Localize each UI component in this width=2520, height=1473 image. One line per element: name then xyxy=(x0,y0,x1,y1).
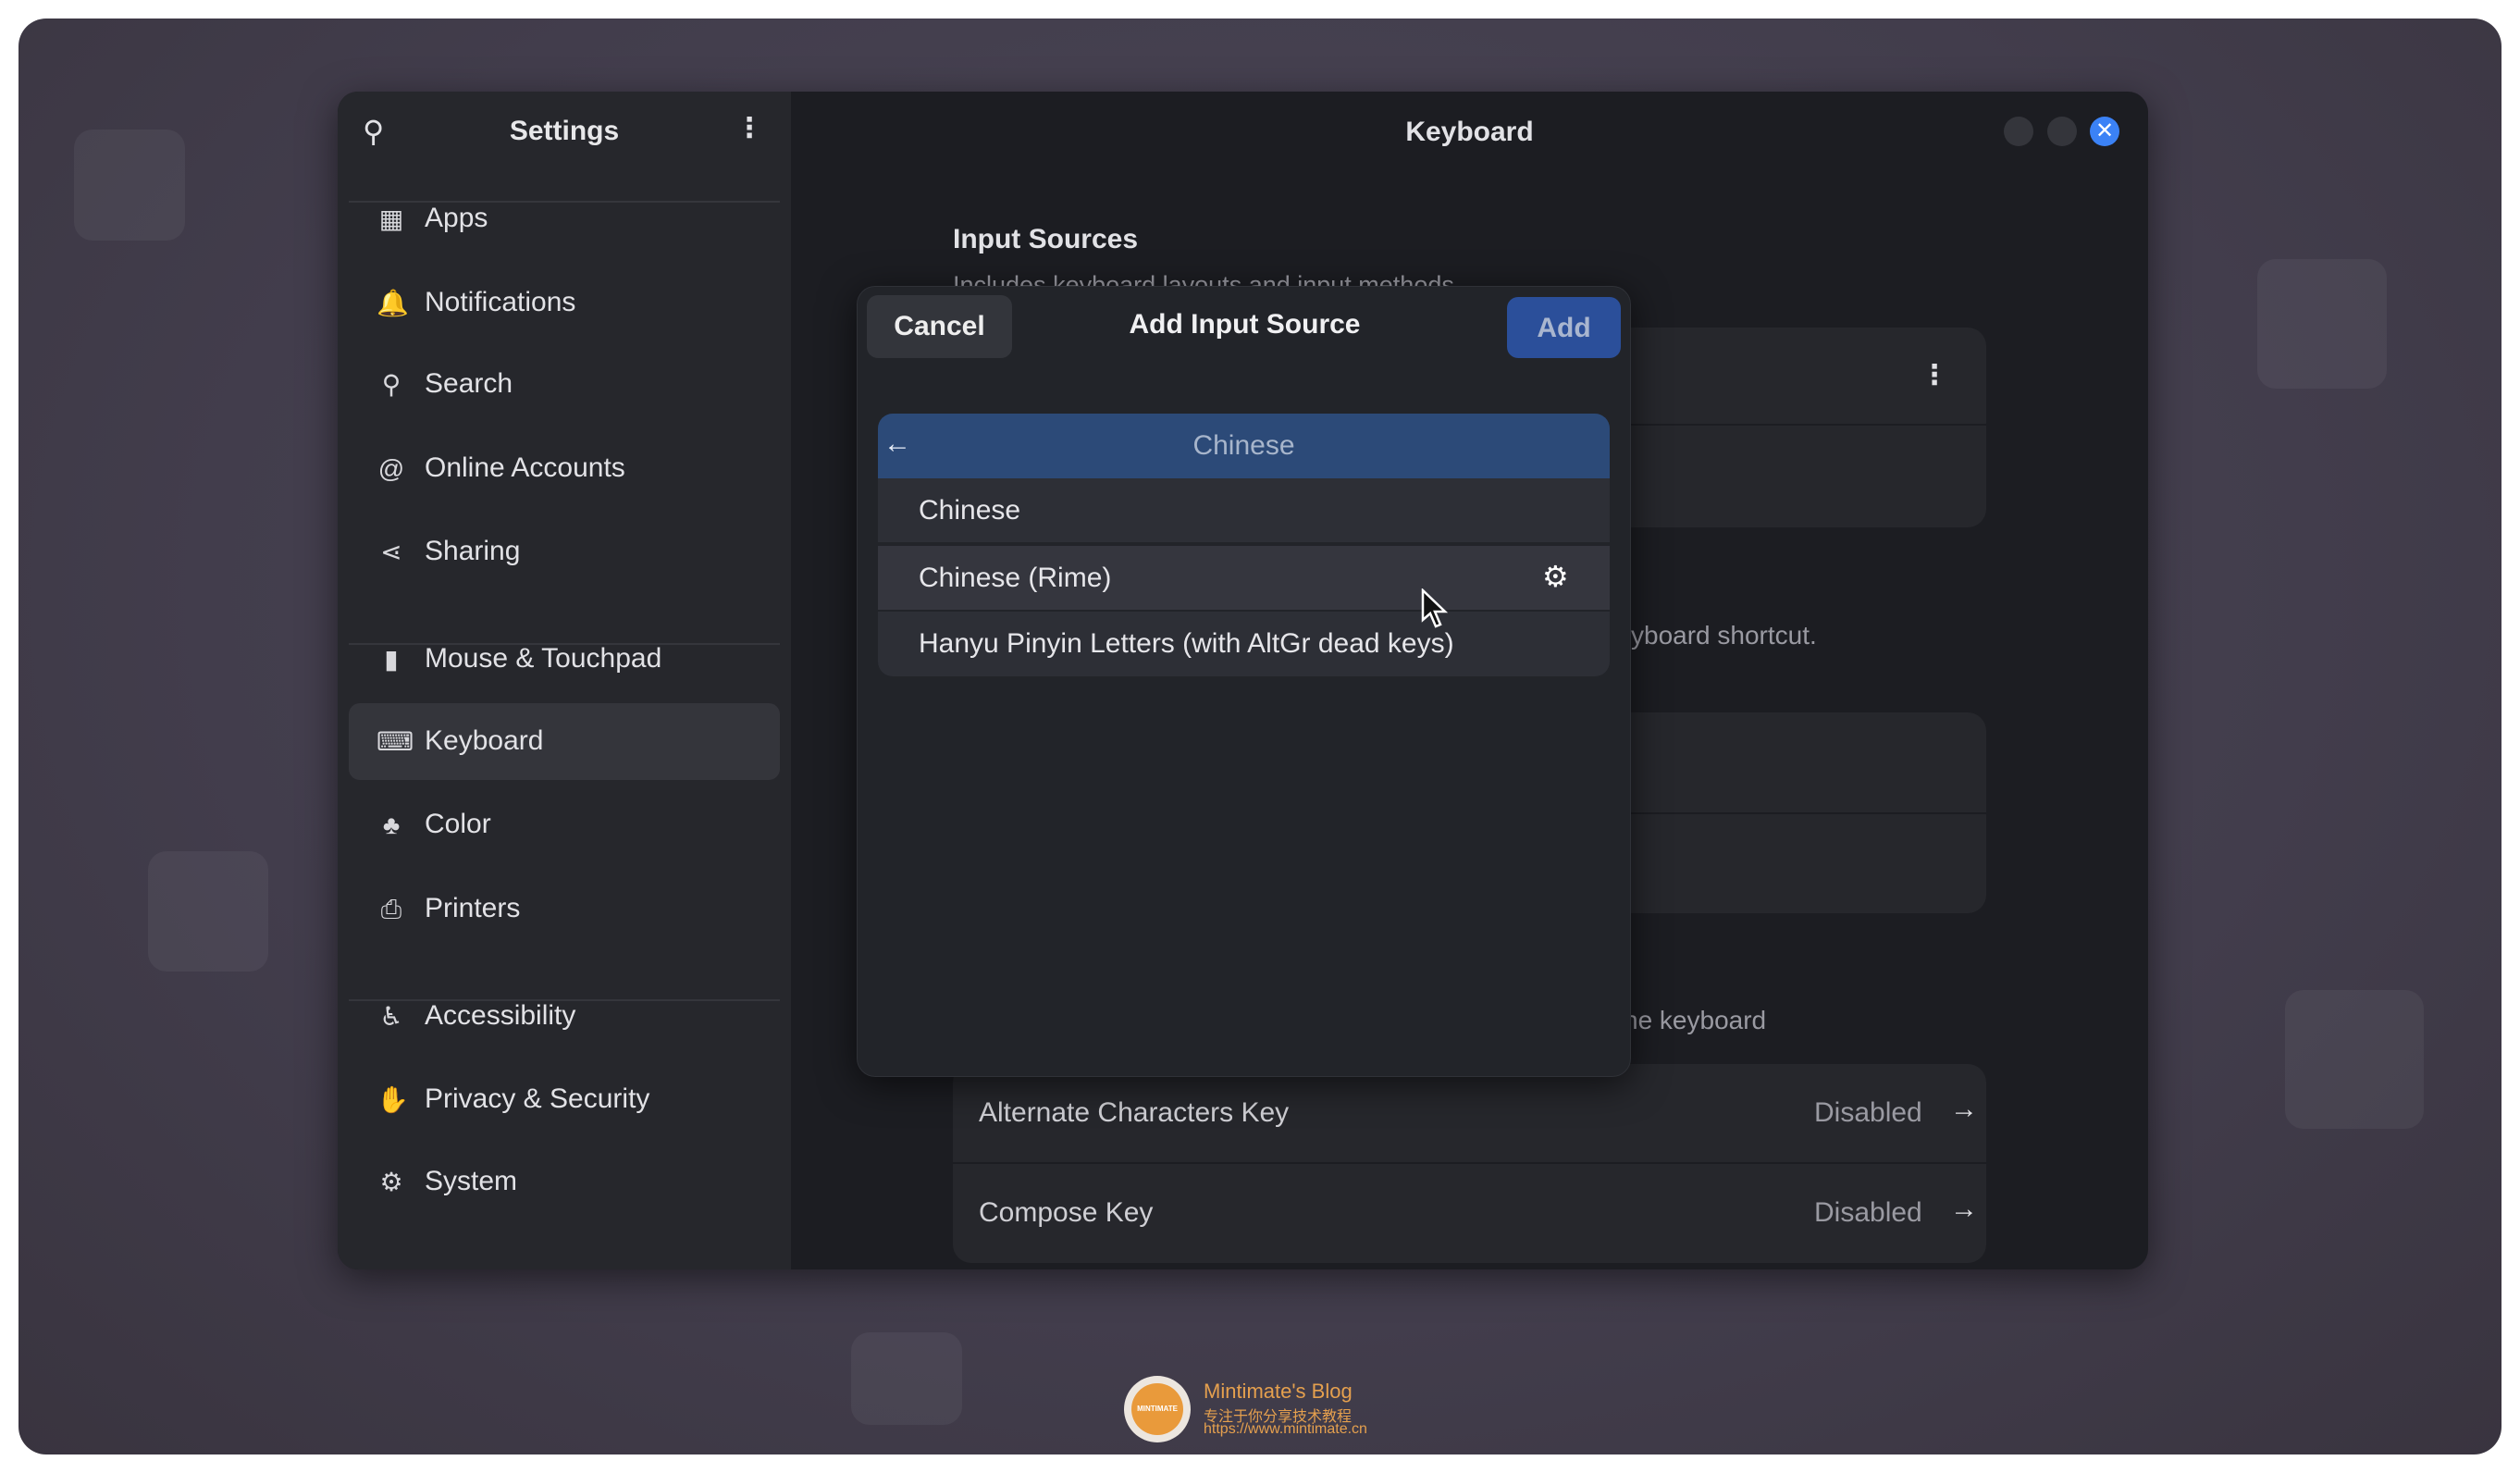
hand-icon: ✋ xyxy=(377,1085,409,1114)
sidebar-item-online-accounts[interactable]: @ Online Accounts xyxy=(349,430,780,507)
language-header-label: Chinese xyxy=(1192,430,1295,461)
add-input-source-dialog: Cancel Add Input Source Add ← Chinese Ch… xyxy=(857,286,1631,1077)
sidebar-item-privacy-security[interactable]: ✋ Privacy & Security xyxy=(349,1061,780,1138)
close-button[interactable]: ✕ xyxy=(2090,117,2119,146)
sidebar: ⚲ Settings ⋮ ▦ Apps 🔔 Notifications ⚲ Search @… xyxy=(338,92,791,1269)
sidebar-item-printers[interactable]: ⎙ Printers xyxy=(349,871,780,947)
list-item-label: Chinese xyxy=(919,495,1021,526)
special-keys-card: Alternate Characters Key Disabled → Comp… xyxy=(953,1064,1986,1263)
apps-icon: ▦ xyxy=(378,204,404,233)
more-options-icon[interactable]: ⋮ xyxy=(1921,359,1948,391)
row-value: Disabled xyxy=(1814,1097,1922,1128)
sidebar-item-label: Privacy & Security xyxy=(425,1083,650,1114)
bell-icon: 🔔 xyxy=(377,289,409,317)
mouse-icon: ▮ xyxy=(384,645,399,674)
sidebar-item-label: Notifications xyxy=(425,287,576,317)
sidebar-item-label: System xyxy=(425,1166,518,1196)
sidebar-item-label: Mouse & Touchpad xyxy=(425,643,662,674)
sidebar-item-label: Color xyxy=(425,809,491,839)
sidebar-title: Settings xyxy=(509,116,620,146)
divider xyxy=(349,643,780,645)
sidebar-item-mouse-touchpad[interactable]: ▮ Mouse & Touchpad xyxy=(349,621,780,698)
maximize-button[interactable] xyxy=(2047,117,2077,146)
minimize-button[interactable] xyxy=(2004,117,2033,146)
sidebar-item-color[interactable]: ♣ Color xyxy=(349,786,780,863)
special-character-description: he keyboard xyxy=(1624,1006,1767,1034)
settings-gear-icon[interactable]: ⚙ xyxy=(1542,559,1569,594)
list-item[interactable]: Hanyu Pinyin Letters (with AltGr dead ke… xyxy=(878,612,1610,676)
input-sources-heading: Input Sources xyxy=(953,224,1139,254)
row-value: Disabled xyxy=(1814,1197,1922,1228)
search-icon: ⚲ xyxy=(381,370,401,399)
row-label: Alternate Characters Key xyxy=(979,1097,1290,1128)
sidebar-item-notifications[interactable]: 🔔 Notifications xyxy=(349,265,780,341)
sidebar-item-label: Keyboard xyxy=(425,725,544,756)
sidebar-item-search[interactable]: ⚲ Search xyxy=(349,346,780,423)
sidebar-item-accessibility[interactable]: ♿ Accessibility xyxy=(349,978,780,1055)
sidebar-item-label: Accessibility xyxy=(425,1000,576,1031)
sidebar-item-label: Search xyxy=(425,368,513,399)
gear-icon: ⚙ xyxy=(379,1168,403,1196)
alternate-characters-row[interactable]: Alternate Characters Key Disabled → xyxy=(953,1064,1986,1162)
at-icon: @ xyxy=(377,454,405,483)
watermark-logo: MINTIMATE xyxy=(1124,1376,1191,1442)
watermark-name: Mintimate's Blog xyxy=(1204,1380,1353,1403)
arrow-right-icon: → xyxy=(1950,1194,1978,1224)
keyboard-icon: ⌨ xyxy=(377,727,414,756)
watermark-url: https://www.mintimate.cn xyxy=(1204,1421,1367,1437)
compose-key-row[interactable]: Compose Key Disabled → xyxy=(953,1164,1986,1263)
menu-icon[interactable]: ⋮ xyxy=(735,112,763,144)
sidebar-item-sharing[interactable]: ⋖ Sharing xyxy=(349,514,780,590)
sidebar-item-apps[interactable]: ▦ Apps xyxy=(349,180,780,257)
list-item-label: Chinese (Rime) xyxy=(919,563,1112,593)
share-icon: ⋖ xyxy=(380,538,402,566)
row-label: Compose Key xyxy=(979,1197,1154,1228)
color-icon: ♣ xyxy=(382,811,401,839)
sidebar-item-label: Printers xyxy=(425,893,521,923)
sidebar-item-label: Sharing xyxy=(425,536,521,566)
sidebar-item-system[interactable]: ⚙ System xyxy=(349,1144,780,1220)
mouse-cursor-icon xyxy=(1421,588,1449,628)
sidebar-header: ⚲ Settings ⋮ xyxy=(338,92,791,172)
page-title: Keyboard xyxy=(1405,117,1534,147)
printer-icon: ⎙ xyxy=(380,895,402,923)
sidebar-item-keyboard[interactable]: ⌨ Keyboard xyxy=(349,703,780,780)
list-item[interactable]: Chinese (Rime) ⚙ xyxy=(878,546,1610,612)
sidebar-item-label: Apps xyxy=(425,203,488,233)
switch-sources-description: yboard shortcut. xyxy=(1631,621,1817,650)
list-item-label: Hanyu Pinyin Letters (with AltGr dead ke… xyxy=(919,628,1454,659)
sidebar-item-label: Online Accounts xyxy=(425,452,625,483)
divider xyxy=(349,999,780,1001)
accessibility-icon: ♿ xyxy=(379,1002,403,1031)
add-button[interactable]: Add xyxy=(1507,297,1621,358)
language-header[interactable]: ← Chinese xyxy=(878,414,1610,478)
arrow-right-icon: → xyxy=(1950,1094,1978,1124)
list-item[interactable]: Chinese xyxy=(878,478,1610,544)
